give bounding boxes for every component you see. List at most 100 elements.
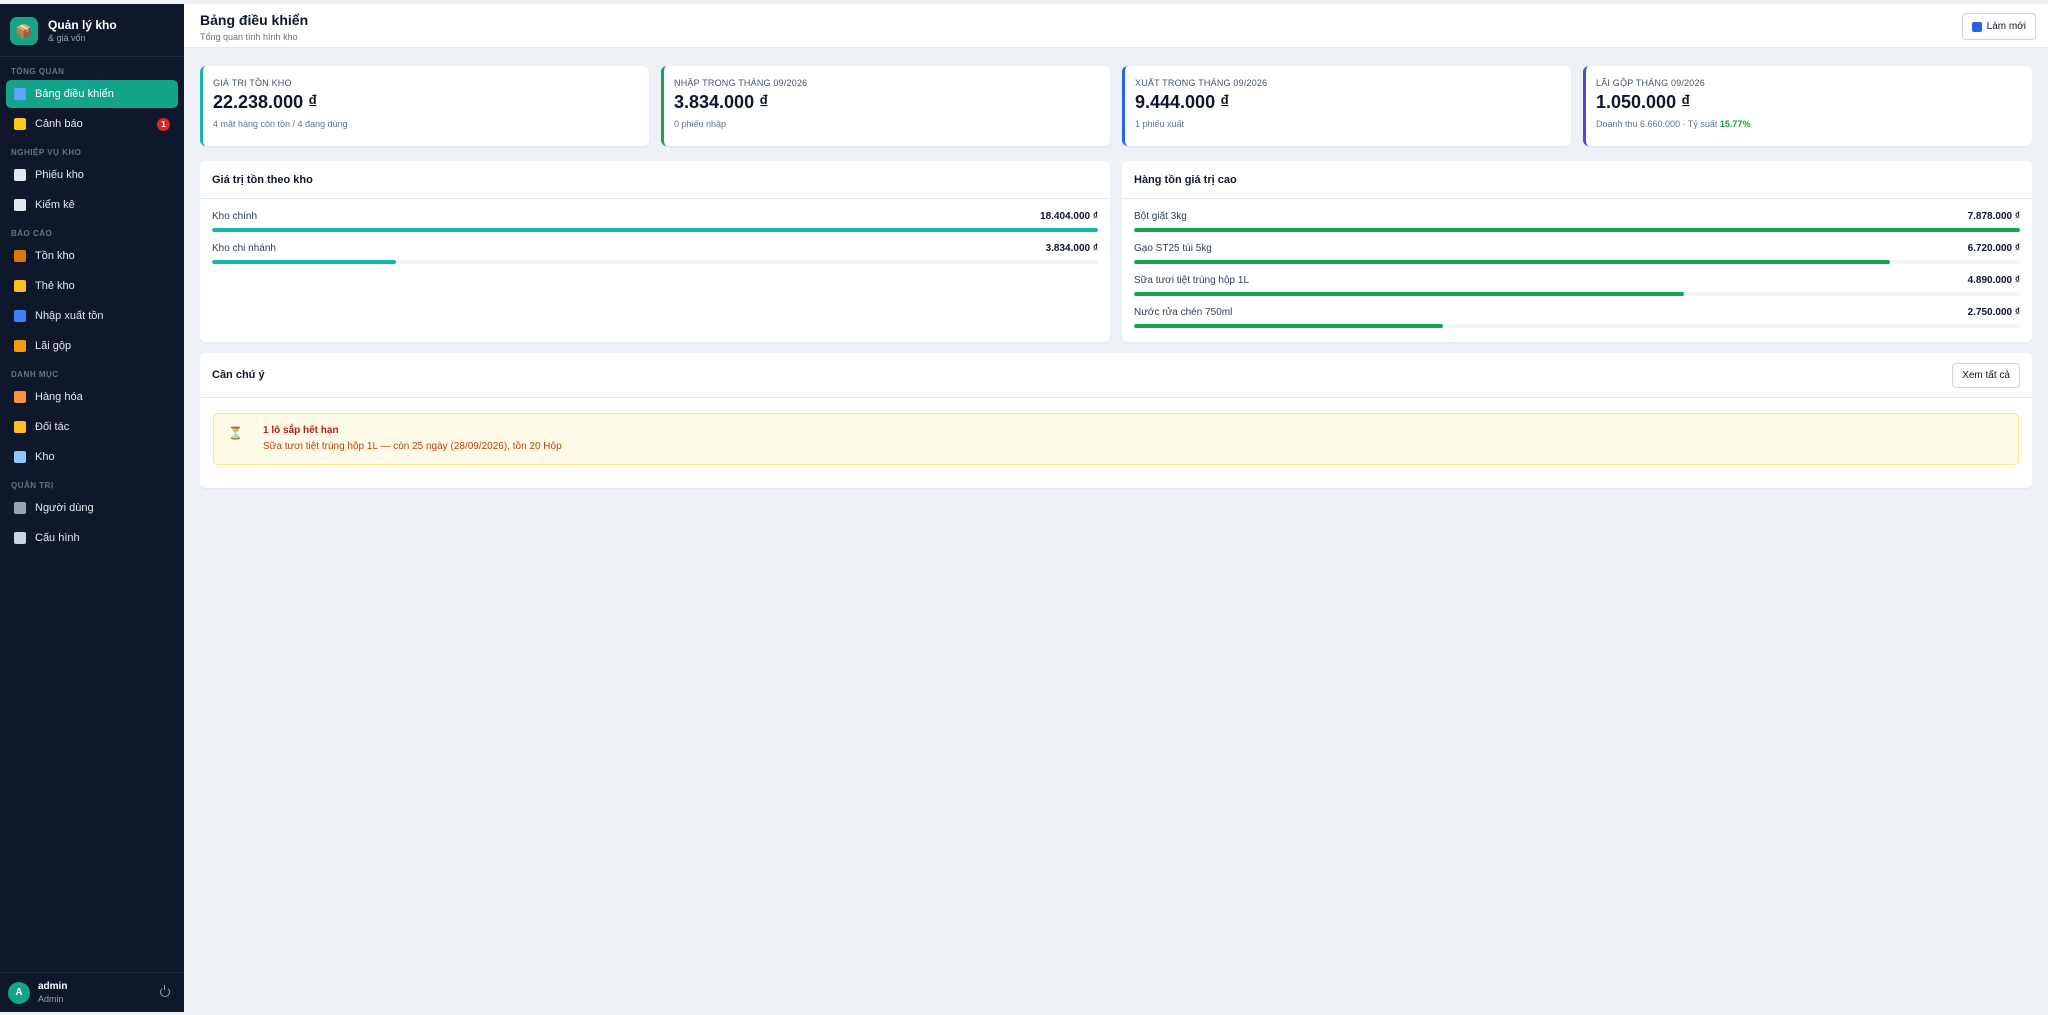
warehouse-panel-title: Giá trị tồn theo kho	[200, 161, 1110, 199]
stat-label: Lãi gộp tháng 09/2026	[1596, 78, 1705, 88]
stat-note-text: Doanh thu 6.660.000 · Tỷ suất	[1596, 119, 1720, 129]
stat-note: 1 phiếu xuất	[1135, 119, 1561, 129]
bar-label: Nước rửa chén 750ml	[1134, 307, 1233, 318]
sidebar-item-label: Người dùng	[35, 502, 94, 514]
sidebar-item[interactable]: Bảng điều khiển	[6, 80, 178, 108]
refresh-icon	[1971, 21, 1982, 32]
sidebar-item-label: Kiểm kê	[35, 199, 75, 211]
bar-value: 7.878.000 ₫	[1967, 211, 2020, 222]
bar-label: Kho chính	[212, 211, 258, 222]
top-header: Bảng điều khiển Tổng quan tình hình kho …	[184, 4, 2048, 48]
bar-row: Kho chính 18.404.000 ₫	[212, 211, 1098, 232]
stat-note-text: 1 phiếu xuất	[1135, 119, 1185, 129]
sidebar-item[interactable]: Lãi gộp	[6, 332, 178, 360]
box-logo-icon: 📦	[10, 17, 38, 45]
stat-value: 1.050.000 ₫	[1596, 92, 1691, 112]
sidebar: 📦 Quản lý kho & giá vốn Tổng quan Bảng đi…	[0, 4, 184, 1012]
attention-title: Cần chú ý	[200, 353, 2032, 398]
stat-card: Giá trị tồn kho 22.238.000 ₫ 4 mặt hàng cò…	[200, 66, 649, 146]
hourglass-icon: ⏳	[228, 426, 243, 440]
card-icon	[14, 280, 26, 292]
sidebar-item[interactable]: Cấu hình	[6, 524, 178, 552]
stat-note-text: 0 phiếu nhập	[674, 119, 727, 129]
sidebar-item-label: Cảnh báo	[35, 118, 83, 130]
box-icon	[14, 250, 26, 262]
bar-track	[1134, 228, 2020, 232]
view-all-button[interactable]: Xem tất cả	[1952, 363, 2020, 388]
sidebar-item[interactable]: Tồn kho	[6, 242, 178, 270]
sidebar-item-label: Lãi gộp	[35, 340, 72, 352]
bar-value: 2.750.000 ₫	[1967, 307, 2020, 318]
chart-icon	[14, 88, 26, 100]
sidebar-item[interactable]: Phiếu kho	[6, 161, 178, 189]
bar-label: Sữa tươi tiệt trùng hộp 1L	[1134, 275, 1250, 286]
sidebar-item[interactable]: Kiểm kê	[6, 191, 178, 219]
bar-label: Bột giặt 3kg	[1134, 211, 1187, 222]
bar-value: 18.404.000 ₫	[1040, 211, 1098, 222]
refresh-label: Làm mới	[1986, 21, 2026, 32]
sidebar-item-label: Bảng điều khiển	[35, 88, 114, 100]
sidebar-item-label: Cấu hình	[35, 532, 80, 544]
margin-percent: 15.77%	[1719, 119, 1751, 129]
bar-row: Bột giặt 3kg 7.878.000 ₫	[1134, 211, 2020, 232]
logout-power-icon[interactable]	[160, 985, 170, 997]
attention-panel: Cần chú ý Xem tất cả ⏳ 1 lô sắp hết hạn …	[200, 353, 2032, 488]
stat-note-text: 4 mặt hàng còn tồn / 4 đang dùng	[213, 119, 348, 129]
sidebar-item[interactable]: Người dùng	[6, 494, 178, 522]
bar-row: Sữa tươi tiệt trùng hộp 1L 4.890.000 ₫	[1134, 275, 2020, 296]
stat-label: Giá trị tồn kho	[213, 78, 292, 88]
money-bag-icon	[14, 340, 26, 352]
nav-section-heading: Tổng quan	[11, 67, 65, 76]
bar-track	[1134, 292, 2020, 296]
brand-subtitle: & giá vốn	[48, 33, 86, 43]
brand-title: Quản lý kho	[48, 18, 117, 32]
handshake-icon	[14, 421, 26, 433]
bar-label: Gạo ST25 túi 5kg	[1134, 243, 1212, 254]
stat-note: 0 phiếu nhập	[674, 119, 1100, 129]
bar-value: 4.890.000 ₫	[1967, 275, 2020, 286]
avatar[interactable]: A	[8, 981, 30, 1004]
bar-track	[212, 260, 1098, 264]
bar-value: 6.720.000 ₫	[1967, 243, 2020, 254]
stat-value: 9.444.000 ₫	[1135, 92, 1230, 112]
bar-fill	[1134, 324, 1444, 328]
gear-icon	[14, 532, 26, 544]
bar-fill	[212, 228, 1098, 232]
nav-section-heading: Báo cáo	[11, 229, 53, 238]
bar-value: 3.834.000 ₫	[1045, 243, 1098, 254]
bar-track	[1134, 260, 2020, 264]
sidebar-item[interactable]: Kho	[6, 443, 178, 471]
bar-fill	[1134, 292, 1685, 296]
sidebar-item[interactable]: Hàng hóa	[6, 383, 178, 411]
bell-icon	[14, 118, 26, 130]
users-icon	[14, 502, 26, 514]
bar-row: Gạo ST25 túi 5kg 6.720.000 ₫	[1134, 243, 2020, 264]
building-icon	[14, 451, 26, 463]
bar-row: Kho chi nhánh 3.834.000 ₫	[212, 243, 1098, 264]
sidebar-item[interactable]: Nhập xuất tồn	[6, 302, 178, 330]
sidebar-item-label: Tồn kho	[35, 250, 75, 262]
sidebar-item-label: Nhập xuất tồn	[35, 310, 104, 322]
stat-value: 22.238.000 ₫	[213, 92, 318, 112]
sidebar-item-label: Phiếu kho	[35, 169, 84, 181]
sidebar-item[interactable]: Thẻ kho	[6, 272, 178, 300]
brand[interactable]: 📦 Quản lý kho & giá vốn	[0, 4, 184, 57]
sidebar-item-label: Thẻ kho	[35, 280, 75, 292]
refresh-button[interactable]: Làm mới	[1961, 13, 2036, 40]
bar-fill	[212, 260, 397, 264]
top-items-bars: Bột giặt 3kg 7.878.000 ₫ Gạo ST25 túi 5kg 6…	[1122, 199, 2032, 351]
sidebar-item-label: Hàng hóa	[35, 391, 83, 403]
nav-section-heading: Quản trị	[11, 481, 54, 490]
sidebar-item[interactable]: Đối tác	[6, 413, 178, 441]
sidebar-item[interactable]: Cảnh báo 1	[6, 110, 178, 138]
bar-fill	[1134, 228, 2020, 232]
stat-label: Xuất trong tháng 09/2026	[1135, 78, 1268, 88]
nav-section-heading: Nghiệp vụ kho	[11, 148, 82, 157]
warehouse-value-panel: Giá trị tồn theo kho Kho chính 18.404.000…	[200, 161, 1110, 342]
bar-row: Nước rửa chén 750ml 2.750.000 ₫	[1134, 307, 2020, 328]
sidebar-item-label: Kho	[35, 451, 55, 463]
stat-card: Nhập trong tháng 09/2026 3.834.000 ₫ 0 phi…	[661, 66, 1110, 146]
expiry-alert[interactable]: ⏳ 1 lô sắp hết hạn Sữa tươi tiệt trùng h…	[213, 413, 2019, 465]
document-icon	[14, 199, 26, 211]
exchange-icon	[14, 310, 26, 322]
